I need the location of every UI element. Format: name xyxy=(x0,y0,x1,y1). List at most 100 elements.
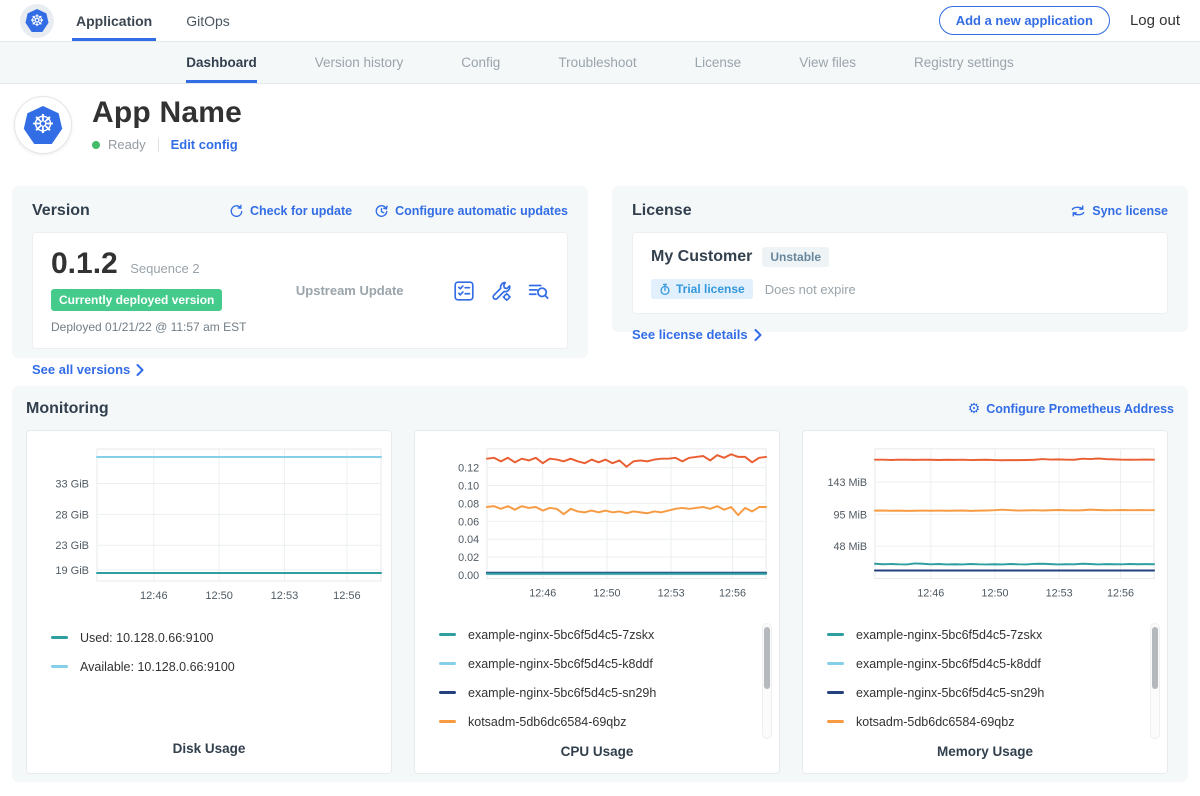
subnav-tab-version-history[interactable]: Version history xyxy=(315,42,404,83)
license-type-label: Trial license xyxy=(676,282,745,296)
legend-item[interactable]: example-nginx-5bc6f5d4c5-sn29h xyxy=(827,678,1165,707)
subnav-tab-config[interactable]: Config xyxy=(461,42,500,83)
monitoring-title: Monitoring xyxy=(26,400,109,418)
see-all-versions-label: See all versions xyxy=(32,362,130,377)
svg-text:12:50: 12:50 xyxy=(593,587,620,599)
svg-text:12:56: 12:56 xyxy=(333,590,361,602)
legend-color-dash xyxy=(827,720,844,723)
legend-label: example-nginx-5bc6f5d4c5-7zskx xyxy=(856,628,1042,642)
legend-label: kotsadm-5db6dc6584-69qbz xyxy=(856,715,1014,729)
preflight-checks-icon[interactable] xyxy=(453,280,475,302)
svg-text:0.00: 0.00 xyxy=(458,570,479,582)
svg-text:12:53: 12:53 xyxy=(658,587,685,599)
edit-config-link[interactable]: Edit config xyxy=(171,137,238,152)
chart-plot-disk-usage: 12:4612:5012:5312:5619 GiB23 GiB28 GiB33… xyxy=(29,441,391,613)
config-wrench-icon[interactable] xyxy=(490,280,512,302)
svg-text:0.02: 0.02 xyxy=(458,552,479,564)
legend-item[interactable]: example-nginx-5bc6f5d4c5-k8ddf xyxy=(439,649,777,678)
legend-label: Available: 10.128.0.66:9100 xyxy=(80,660,235,674)
legend-color-dash xyxy=(827,662,844,665)
status-text: Ready xyxy=(108,137,146,152)
monitoring-charts: 12:4612:5012:5312:5619 GiB23 GiB28 GiB33… xyxy=(26,430,1174,774)
legend-item[interactable]: Used: 10.128.0.66:9100 xyxy=(51,623,389,652)
license-expiry: Does not expire xyxy=(765,282,856,297)
license-card: License Sync license My Customer Unstabl… xyxy=(612,186,1188,332)
svg-text:33 GiB: 33 GiB xyxy=(55,479,89,491)
legend-label: example-nginx-5bc6f5d4c5-sn29h xyxy=(856,686,1044,700)
channel-badge: Unstable xyxy=(762,247,829,267)
svg-text:12:46: 12:46 xyxy=(140,590,168,602)
chart-plot-cpu-usage: 12:4612:5012:5312:560.000.020.040.060.08… xyxy=(417,441,779,610)
see-all-versions-link[interactable]: See all versions xyxy=(32,362,144,377)
primary-tabs: Application GitOps xyxy=(76,0,230,41)
svg-text:0.04: 0.04 xyxy=(458,534,479,546)
top-navbar: ☸ Application GitOps Add a new applicatio… xyxy=(0,0,1200,42)
scrollbar-thumb[interactable] xyxy=(764,627,770,689)
legend-color-dash xyxy=(827,633,844,636)
svg-text:12:53: 12:53 xyxy=(1046,587,1073,599)
svg-text:12:56: 12:56 xyxy=(719,587,746,599)
svg-text:143 MiB: 143 MiB xyxy=(827,477,867,489)
svg-text:12:50: 12:50 xyxy=(205,590,233,602)
svg-text:19 GiB: 19 GiB xyxy=(55,565,89,577)
subnav-tab-registry-settings[interactable]: Registry settings xyxy=(914,42,1014,83)
chart-plot-memory-usage: 12:4612:5012:5312:5648 MiB95 MiB143 MiB xyxy=(805,441,1167,610)
legend-color-dash xyxy=(51,636,68,639)
configure-prometheus-link[interactable]: ⚙ Configure Prometheus Address xyxy=(968,402,1174,416)
chevron-right-icon xyxy=(136,364,144,376)
subnav-tab-dashboard[interactable]: Dashboard xyxy=(186,42,257,83)
legend-scrollbar[interactable] xyxy=(1150,623,1160,739)
configure-automatic-updates-link[interactable]: Configure automatic updates xyxy=(374,204,568,219)
chart-legend: example-nginx-5bc6f5d4c5-7zskx example-ng… xyxy=(805,610,1165,734)
helm-wheel-icon: ☸ xyxy=(31,112,54,138)
chart-title: Disk Usage xyxy=(29,741,389,756)
subnav-tab-license[interactable]: License xyxy=(695,42,742,83)
chart-card-cpu-usage: 12:4612:5012:5312:560.000.020.040.060.08… xyxy=(414,430,780,774)
see-license-details-label: See license details xyxy=(632,327,748,342)
version-source-label: Upstream Update xyxy=(246,283,453,298)
legend-item[interactable]: example-nginx-5bc6f5d4c5-k8ddf xyxy=(827,649,1165,678)
legend-item[interactable]: example-nginx-5bc6f5d4c5-7zskx xyxy=(439,620,777,649)
add-application-button[interactable]: Add a new application xyxy=(939,6,1110,35)
subnav-tab-view-files[interactable]: View files xyxy=(799,42,856,83)
check-for-update-link[interactable]: Check for update xyxy=(229,204,352,219)
see-license-details-link[interactable]: See license details xyxy=(632,327,762,342)
divider xyxy=(158,138,159,152)
sync-license-link[interactable]: Sync license xyxy=(1070,204,1168,218)
scrollbar-thumb[interactable] xyxy=(1152,627,1158,689)
nav-tab-gitops[interactable]: GitOps xyxy=(186,0,230,41)
legend-color-dash xyxy=(439,691,456,694)
chart-card-memory-usage: 12:4612:5012:5312:5648 MiB95 MiB143 MiBe… xyxy=(802,430,1168,774)
legend-color-dash xyxy=(439,720,456,723)
helm-wheel-icon: ☸ xyxy=(30,13,44,29)
kubernetes-logo: ☸ xyxy=(20,4,54,38)
legend-label: kotsadm-5db6dc6584-69qbz xyxy=(468,715,626,729)
svg-text:0.08: 0.08 xyxy=(458,498,479,510)
chart-legend: Used: 10.128.0.66:9100 Available: 10.128.… xyxy=(29,613,389,731)
check-for-update-label: Check for update xyxy=(250,204,352,218)
svg-text:12:50: 12:50 xyxy=(981,587,1008,599)
status-dot xyxy=(92,141,100,149)
svg-text:12:53: 12:53 xyxy=(271,590,299,602)
svg-text:12:46: 12:46 xyxy=(917,587,944,599)
version-card: Version Check for update Configure autom… xyxy=(12,186,588,358)
chart-title: CPU Usage xyxy=(417,744,777,759)
monitoring-card: Monitoring ⚙ Configure Prometheus Addres… xyxy=(12,386,1188,782)
svg-text:95 MiB: 95 MiB xyxy=(833,509,867,521)
legend-color-dash xyxy=(439,662,456,665)
legend-item[interactable]: kotsadm-5db6dc6584-69qbz xyxy=(827,707,1165,736)
legend-label: example-nginx-5bc6f5d4c5-7zskx xyxy=(468,628,654,642)
legend-item[interactable]: kotsadm-5db6dc6584-69qbz xyxy=(439,707,777,736)
svg-text:12:56: 12:56 xyxy=(1107,587,1134,599)
legend-color-dash xyxy=(827,691,844,694)
legend-item[interactable]: Available: 10.128.0.66:9100 xyxy=(51,652,389,681)
subnav-tabs: Dashboard Version history Config Troublesho… xyxy=(186,42,1014,83)
nav-tab-application[interactable]: Application xyxy=(76,0,152,41)
logout-button[interactable]: Log out xyxy=(1130,12,1180,29)
release-notes-search-icon[interactable] xyxy=(527,280,549,302)
legend-item[interactable]: example-nginx-5bc6f5d4c5-7zskx xyxy=(827,620,1165,649)
legend-item[interactable]: example-nginx-5bc6f5d4c5-sn29h xyxy=(439,678,777,707)
subnav-tab-troubleshoot[interactable]: Troubleshoot xyxy=(558,42,636,83)
legend-scrollbar[interactable] xyxy=(762,623,772,739)
chart-title: Memory Usage xyxy=(805,744,1165,759)
